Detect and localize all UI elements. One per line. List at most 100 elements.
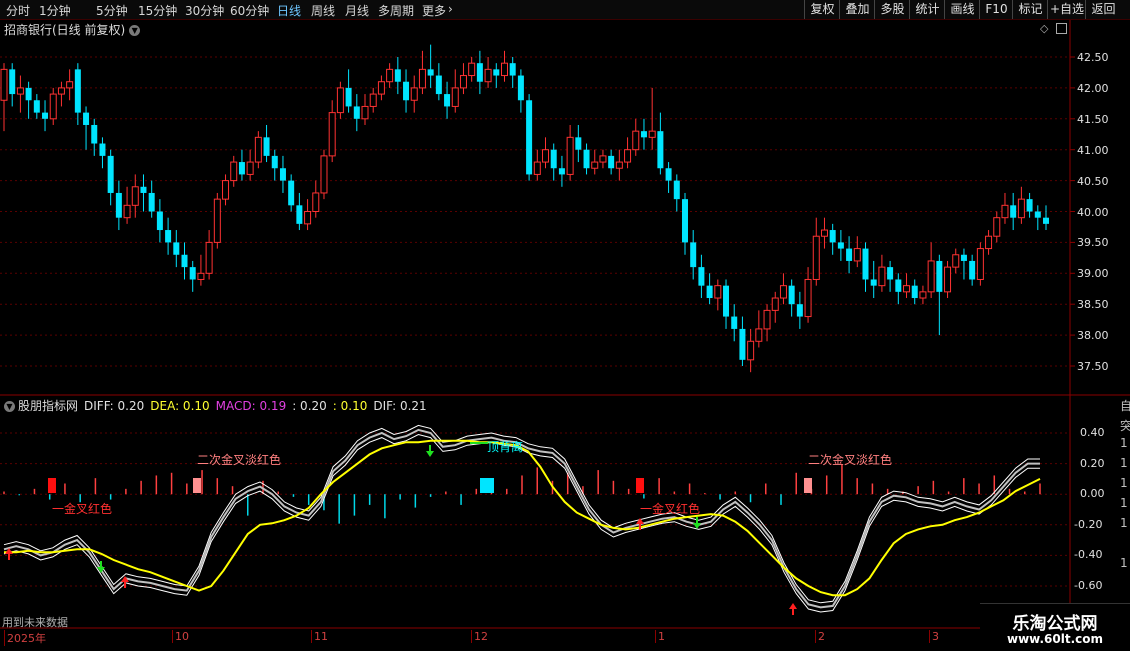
candle-down bbox=[526, 100, 533, 175]
second-cross-block-1 bbox=[193, 478, 201, 493]
candle-up bbox=[533, 161, 541, 175]
side-text-item: 1 bbox=[1120, 476, 1128, 490]
candle-down bbox=[1026, 199, 1033, 212]
chart-canvas bbox=[0, 20, 1130, 630]
side-text-item: 1 bbox=[1120, 516, 1128, 530]
candle-up bbox=[66, 81, 74, 89]
candle-up bbox=[566, 136, 574, 175]
candle-down bbox=[681, 199, 688, 243]
candle-down bbox=[739, 328, 746, 360]
candle-up bbox=[1017, 198, 1025, 219]
candle-up bbox=[804, 278, 812, 318]
candle-down bbox=[427, 69, 434, 76]
candle-down bbox=[829, 230, 836, 243]
indicator-tick-label: 0.00 bbox=[1080, 487, 1105, 501]
candle-down bbox=[156, 211, 163, 231]
candle-up bbox=[976, 248, 984, 280]
price-tick-label: 40.50 bbox=[1077, 174, 1109, 188]
price-tick-label: 42.00 bbox=[1077, 81, 1109, 95]
candle-down bbox=[91, 124, 98, 144]
candle-up bbox=[451, 87, 459, 107]
candle-down bbox=[731, 316, 738, 329]
candle-up bbox=[213, 198, 221, 243]
second-cross-block-2 bbox=[804, 478, 812, 493]
candle-down bbox=[9, 69, 16, 95]
divergence-label: 顶背离 bbox=[487, 440, 524, 454]
date-tick-label: 12 bbox=[471, 630, 488, 643]
candle-down bbox=[895, 279, 902, 292]
value-1: : 0.20 bbox=[292, 399, 327, 413]
candle-down bbox=[698, 267, 705, 286]
candle-up bbox=[123, 204, 131, 219]
candle-down bbox=[189, 267, 196, 280]
candle-down bbox=[796, 304, 803, 317]
indicator-tick-label: -0.60 bbox=[1074, 579, 1103, 592]
candle-down bbox=[140, 186, 147, 193]
candle-down bbox=[238, 162, 245, 175]
price-tick-label: 38.50 bbox=[1077, 298, 1109, 312]
candle-down bbox=[99, 143, 106, 156]
indicator-tick-label: -0.40 bbox=[1074, 548, 1103, 562]
candle-down bbox=[279, 168, 286, 181]
candle-up bbox=[361, 105, 369, 120]
candle-down bbox=[887, 267, 894, 280]
candle-down bbox=[608, 155, 615, 169]
candle-down bbox=[33, 100, 40, 113]
candle-up bbox=[49, 93, 57, 120]
candle-down bbox=[1043, 217, 1049, 224]
candle-up bbox=[771, 297, 779, 311]
second-cross-label-1: 二次金叉淡红色 bbox=[197, 453, 282, 467]
price-tick-label: 39.00 bbox=[1077, 267, 1109, 281]
candle-up bbox=[985, 235, 993, 250]
candle-down bbox=[115, 192, 122, 218]
grid-lines bbox=[0, 20, 1130, 630]
candle-up bbox=[648, 130, 656, 138]
chevron-down-icon[interactable]: ▼ bbox=[4, 401, 15, 412]
watermark: 乐淘公式网 www.60lt.com bbox=[980, 603, 1130, 651]
candle-up bbox=[246, 161, 254, 175]
candle-up bbox=[197, 272, 205, 280]
candle-up bbox=[484, 68, 492, 83]
candle-down bbox=[870, 279, 877, 286]
candle-down bbox=[846, 248, 853, 261]
candle-down bbox=[665, 168, 672, 181]
signal-markers bbox=[5, 442, 812, 615]
buy-arrow bbox=[5, 548, 13, 560]
side-text-item: 1 bbox=[1120, 436, 1128, 450]
candlestick-series bbox=[0, 44, 1049, 373]
dea-value: DEA: 0.10 bbox=[150, 399, 210, 413]
candle-up bbox=[0, 68, 8, 101]
candle-up bbox=[369, 93, 377, 107]
candle-up bbox=[944, 266, 952, 293]
candle-down bbox=[723, 285, 730, 317]
indicator-name: 股朋指标网 bbox=[18, 399, 79, 413]
date-tick-label: 2025年 bbox=[4, 630, 46, 646]
candle-down bbox=[25, 87, 32, 101]
price-tick-label: 39.50 bbox=[1077, 236, 1109, 250]
candle-up bbox=[820, 229, 828, 237]
candle-up bbox=[747, 340, 755, 361]
candle-down bbox=[74, 69, 81, 113]
candle-up bbox=[16, 87, 24, 95]
macd-value: MACD: 0.19 bbox=[215, 399, 287, 413]
candle-down bbox=[690, 242, 697, 268]
date-tick-label: 11 bbox=[311, 630, 328, 643]
candle-down bbox=[493, 69, 500, 76]
candle-up bbox=[591, 161, 599, 169]
candle-down bbox=[296, 205, 303, 224]
candle-down bbox=[476, 63, 483, 82]
candle-down bbox=[173, 242, 180, 255]
candle-down bbox=[788, 285, 795, 305]
candle-up bbox=[386, 68, 394, 83]
candle-down bbox=[353, 106, 360, 119]
candle-up bbox=[57, 87, 65, 95]
candle-up bbox=[632, 130, 640, 151]
price-tick-label: 37.50 bbox=[1077, 360, 1109, 373]
candle-up bbox=[755, 328, 763, 342]
candle-up bbox=[500, 62, 508, 77]
candle-up bbox=[328, 112, 336, 157]
macd-histogram bbox=[3, 464, 1041, 524]
candle-up bbox=[222, 180, 230, 200]
diff-value: DIFF: 0.20 bbox=[84, 399, 145, 413]
second-cross-label-2: 二次金叉淡红色 bbox=[808, 453, 893, 467]
